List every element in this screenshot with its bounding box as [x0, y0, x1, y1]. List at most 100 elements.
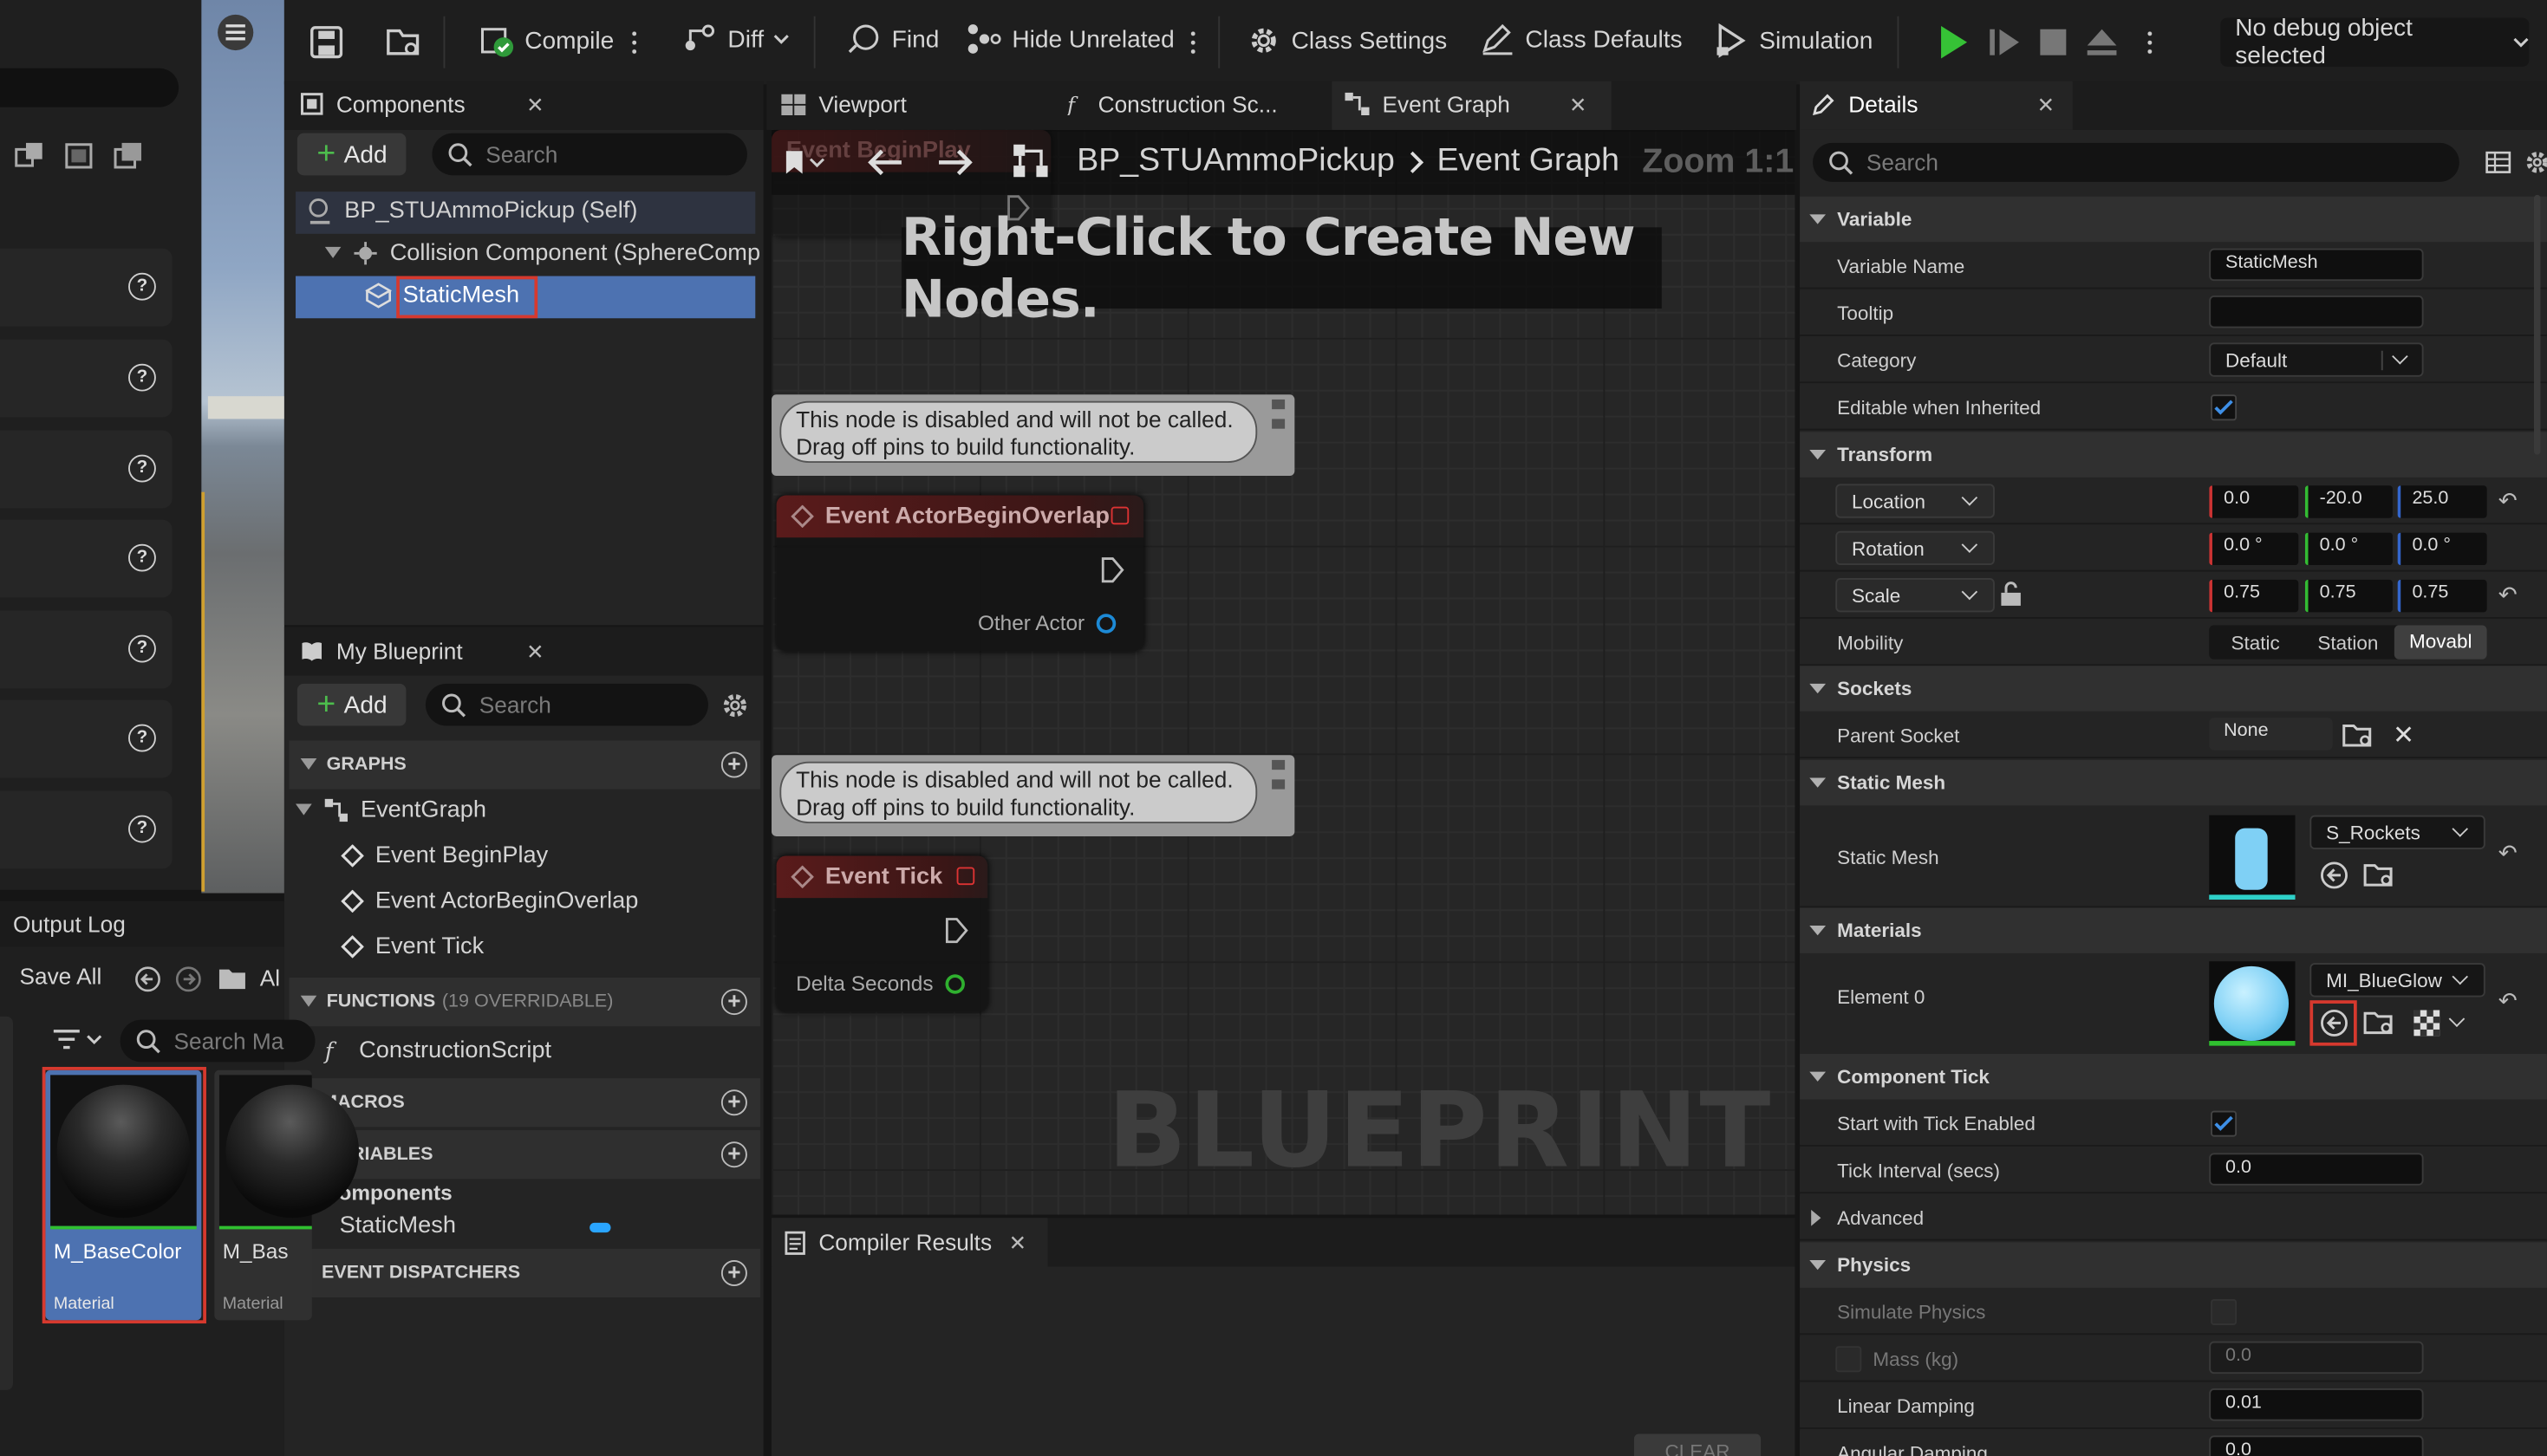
- simulate-physics-checkbox[interactable]: [2211, 1298, 2238, 1325]
- graph-item-actorbeginoverlap[interactable]: Event ActorBeginOverlap: [341, 888, 638, 914]
- graph-item-tick[interactable]: Event Tick: [341, 933, 484, 959]
- location-y-input[interactable]: -20.0: [2304, 485, 2393, 518]
- content-search-input[interactable]: Search Ma: [120, 1019, 316, 1063]
- browse-folder-icon[interactable]: [2342, 721, 2374, 751]
- category-dropdown[interactable]: Default: [2209, 342, 2424, 377]
- construction-script-tab[interactable]: f Construction Sc...: [1065, 91, 1278, 117]
- play-icon[interactable]: [1938, 24, 1970, 60]
- help-icon[interactable]: ?: [128, 543, 156, 572]
- graph-hierarchy-icon[interactable]: [1012, 143, 1051, 182]
- variables-section-header[interactable]: VARIABLES +: [289, 1130, 760, 1180]
- hide-unrelated-button[interactable]: Hide Unrelated: [967, 23, 1175, 55]
- stop-icon[interactable]: [2038, 28, 2068, 57]
- breadcrumb-graph[interactable]: Event Graph: [1437, 143, 1619, 180]
- section-component-tick[interactable]: Component Tick: [1800, 1054, 2547, 1100]
- delegate-pin-icon[interactable]: [956, 867, 975, 886]
- asset-tile[interactable]: M_Bas Material: [214, 1069, 360, 1321]
- event-graph-canvas[interactable]: Event BeginPlay BP_STUAmmoPickup Event G…: [772, 129, 1795, 1215]
- mobility-static[interactable]: Static: [2209, 631, 2302, 653]
- reset-arrow-icon[interactable]: ↶: [2498, 840, 2518, 868]
- close-icon[interactable]: ✕: [1009, 1231, 1026, 1257]
- close-icon[interactable]: ✕: [526, 640, 544, 666]
- graphs-section-header[interactable]: GRAPHS +: [289, 740, 760, 790]
- delegate-pin-icon[interactable]: [1111, 506, 1130, 525]
- graph-item-eventgraph[interactable]: EventGraph: [296, 797, 486, 823]
- browse-icon[interactable]: [385, 26, 424, 58]
- my-blueprint-tab[interactable]: My Blueprint: [301, 638, 463, 664]
- function-item[interactable]: f ConstructionScript: [322, 1037, 551, 1063]
- eject-icon[interactable]: [2084, 26, 2120, 58]
- forward-circle-icon[interactable]: [175, 966, 201, 992]
- save-icon[interactable]: [310, 26, 343, 59]
- location-z-input[interactable]: 25.0: [2397, 485, 2487, 518]
- settings-gear-icon[interactable]: [2524, 149, 2547, 175]
- event-graph-tab[interactable]: Event Graph: [1345, 91, 1510, 117]
- add-circle-icon[interactable]: +: [720, 989, 747, 1016]
- mass-override-checkbox[interactable]: [1835, 1346, 1862, 1373]
- reset-arrow-icon[interactable]: ↶: [2498, 987, 2518, 1015]
- breadcrumb-blueprint[interactable]: BP_STUAmmoPickup: [1077, 143, 1395, 180]
- add-circle-icon[interactable]: +: [720, 1260, 747, 1286]
- help-icon[interactable]: ?: [128, 454, 156, 483]
- class-settings-button[interactable]: Class Settings: [1246, 23, 1447, 58]
- variable-name-input[interactable]: StaticMesh: [2209, 248, 2424, 282]
- material-dropdown[interactable]: MI_BlueGlow: [2309, 963, 2485, 998]
- components-add-button[interactable]: + Add: [296, 133, 407, 176]
- comment-pin-icon[interactable]: [1268, 398, 1287, 433]
- tooltip-input[interactable]: [2209, 296, 2424, 328]
- reset-arrow-icon[interactable]: ↶: [2498, 582, 2518, 609]
- mobility-stationary[interactable]: Station: [2302, 631, 2394, 653]
- my-blueprint-add-button[interactable]: + Add: [296, 683, 407, 726]
- lock-icon[interactable]: [2000, 582, 2023, 608]
- class-defaults-button[interactable]: Class Defaults: [1480, 23, 1683, 55]
- save-all-button[interactable]: Save All: [0, 963, 101, 989]
- functions-section-header[interactable]: FUNCTIONS (19 OVERRIDABLE) +: [289, 977, 760, 1027]
- add-circle-icon[interactable]: +: [720, 1089, 747, 1116]
- simulation-button[interactable]: Simulation: [1714, 23, 1873, 58]
- static-mesh-thumbnail[interactable]: [2209, 815, 2296, 900]
- play-options-icon[interactable]: [2147, 29, 2153, 55]
- editable-checkbox[interactable]: [2211, 394, 2238, 421]
- step-icon[interactable]: [1988, 26, 2020, 58]
- graph-item-beginplay[interactable]: Event BeginPlay: [341, 842, 548, 868]
- tree-item-collision[interactable]: Collision Component (SphereComp: [324, 240, 760, 266]
- find-button[interactable]: Find: [846, 23, 939, 55]
- tick-interval-input[interactable]: 0.0: [2209, 1153, 2424, 1186]
- clear-button[interactable]: CLEAR: [1633, 1433, 1762, 1456]
- compiler-results-tab[interactable]: Compiler Results: [785, 1229, 992, 1255]
- snap-icon[interactable]: [13, 140, 49, 172]
- add-circle-icon[interactable]: +: [720, 752, 747, 778]
- mass-input[interactable]: 0.0: [2209, 1341, 2424, 1375]
- static-mesh-dropdown[interactable]: S_Rockets: [2309, 815, 2485, 849]
- mobility-segmented-control[interactable]: Static Station Movabl: [2209, 625, 2487, 660]
- compile-button[interactable]: Compile: [479, 23, 614, 58]
- details-tab[interactable]: Details: [1813, 91, 1918, 117]
- forward-arrow-icon[interactable]: [935, 148, 974, 178]
- settings-gear-icon[interactable]: [721, 692, 749, 719]
- scale-y-input[interactable]: 0.75: [2304, 579, 2393, 613]
- left-search-bar[interactable]: [0, 68, 179, 107]
- checker-texture-icon[interactable]: [2413, 1010, 2440, 1037]
- help-icon[interactable]: ?: [128, 815, 156, 843]
- folder-icon[interactable]: [218, 966, 247, 991]
- scale-x-input[interactable]: 0.75: [2209, 579, 2299, 613]
- pin-other-actor[interactable]: Other Actor: [978, 611, 1116, 635]
- back-arrow-icon[interactable]: [866, 148, 905, 178]
- help-icon[interactable]: ?: [128, 272, 156, 301]
- back-circle-icon[interactable]: [135, 966, 161, 992]
- browse-folder-icon[interactable]: [2363, 861, 2395, 890]
- sources-collapse-bar[interactable]: [0, 1016, 13, 1390]
- disabled-comment-1[interactable]: This node is disabled and will not be ca…: [772, 394, 1295, 476]
- section-sockets[interactable]: Sockets: [1800, 666, 2547, 712]
- close-icon[interactable]: ✕: [1569, 93, 1586, 119]
- help-icon[interactable]: ?: [128, 363, 156, 392]
- rotation-z-input[interactable]: 0.0 °: [2397, 532, 2487, 566]
- chevron-down-icon[interactable]: [2448, 1011, 2466, 1028]
- comment-pin-icon[interactable]: [1268, 758, 1287, 794]
- path-all-label[interactable]: Al: [260, 965, 280, 991]
- section-static-mesh[interactable]: Static Mesh: [1800, 759, 2547, 806]
- my-blueprint-search-input[interactable]: Search: [425, 683, 708, 726]
- layer-icon[interactable]: [62, 140, 97, 172]
- location-x-input[interactable]: 0.0: [2209, 485, 2299, 518]
- scale-dropdown[interactable]: Scale: [1835, 578, 1995, 613]
